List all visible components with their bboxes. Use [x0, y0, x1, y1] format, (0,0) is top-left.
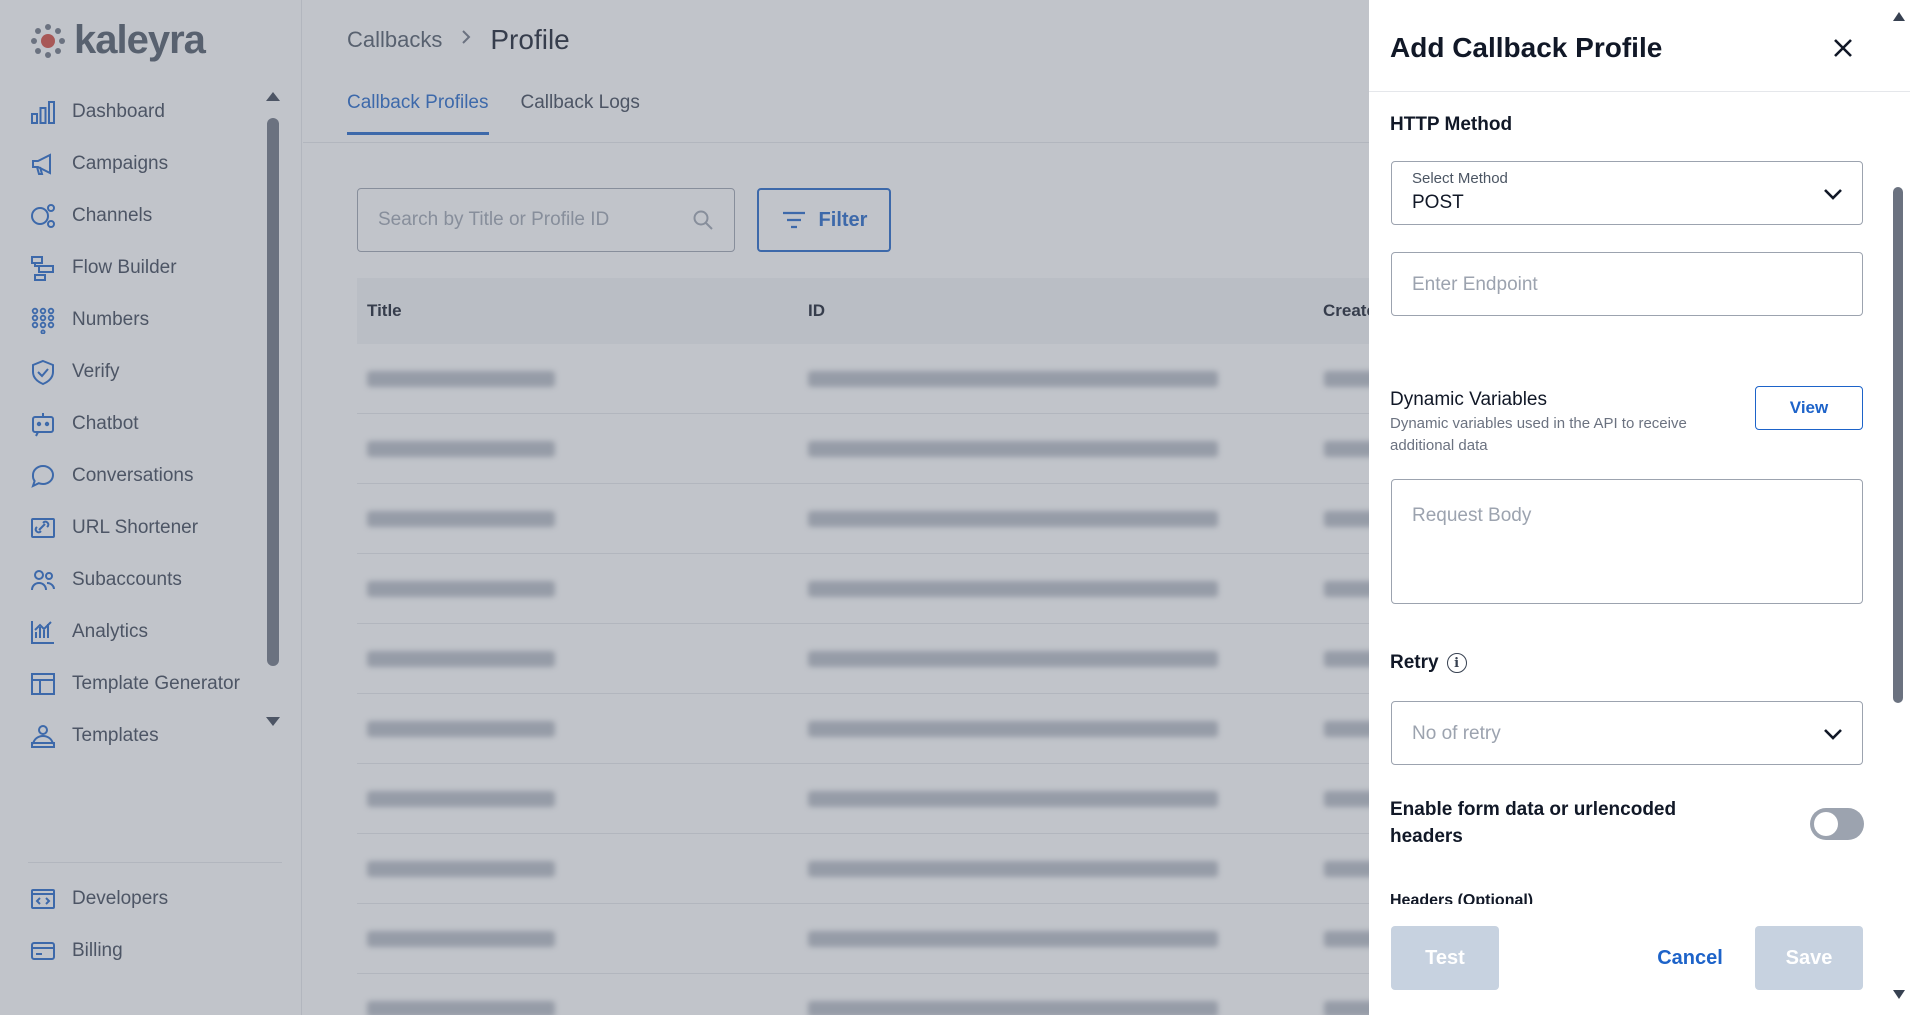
close-button[interactable] — [1829, 34, 1857, 62]
close-icon — [1834, 39, 1852, 57]
info-icon[interactable]: i — [1446, 653, 1467, 673]
select-method-value: POST — [1412, 192, 1464, 213]
test-button[interactable]: Test — [1391, 926, 1499, 990]
retry-label: Retry — [1390, 652, 1439, 673]
dynamic-variables-label: Dynamic Variables — [1390, 389, 1547, 410]
add-callback-profile-drawer: Add Callback Profile HTTP Method Select … — [1369, 0, 1910, 1015]
cancel-button[interactable]: Cancel — [1640, 926, 1740, 990]
drawer-header: Add Callback Profile — [1369, 0, 1910, 92]
drawer-footer: Test Cancel Save — [1369, 904, 1910, 1015]
select-method-label: Select Method — [1412, 170, 1508, 187]
drawer-title: Add Callback Profile — [1390, 32, 1663, 63]
request-body-textarea[interactable]: Request Body — [1391, 479, 1863, 604]
scroll-up-arrow-icon[interactable] — [1893, 12, 1905, 21]
chevron-down-icon — [1824, 729, 1842, 740]
toggle-knob — [1814, 812, 1838, 836]
http-method-label: HTTP Method — [1390, 114, 1513, 135]
form-data-toggle[interactable] — [1810, 808, 1864, 840]
view-variables-button[interactable]: View — [1755, 386, 1863, 430]
headers-optional-label: Headers (Optional) — [1390, 892, 1534, 904]
endpoint-placeholder: Enter Endpoint — [1412, 274, 1538, 295]
drawer-scrollbar[interactable] — [1890, 12, 1906, 1002]
scrollbar-thumb[interactable] — [1893, 187, 1903, 703]
chevron-down-icon — [1824, 189, 1842, 200]
http-method-select[interactable]: Select Method POST — [1391, 161, 1863, 225]
form-data-toggle-label: Enable form data or urlencoded headers — [1390, 799, 1677, 847]
request-body-placeholder: Request Body — [1412, 505, 1532, 526]
modal-backdrop[interactable] — [0, 0, 1369, 1015]
scroll-down-arrow-icon[interactable] — [1893, 990, 1905, 999]
retry-placeholder: No of retry — [1412, 723, 1501, 744]
dynamic-variables-description: Dynamic variables used in the API to rec… — [1390, 415, 1687, 454]
save-button[interactable]: Save — [1755, 926, 1863, 990]
retry-select[interactable]: No of retry — [1391, 701, 1863, 765]
endpoint-input[interactable]: Enter Endpoint — [1391, 252, 1863, 316]
retry-heading: Retry i — [1390, 652, 1467, 674]
